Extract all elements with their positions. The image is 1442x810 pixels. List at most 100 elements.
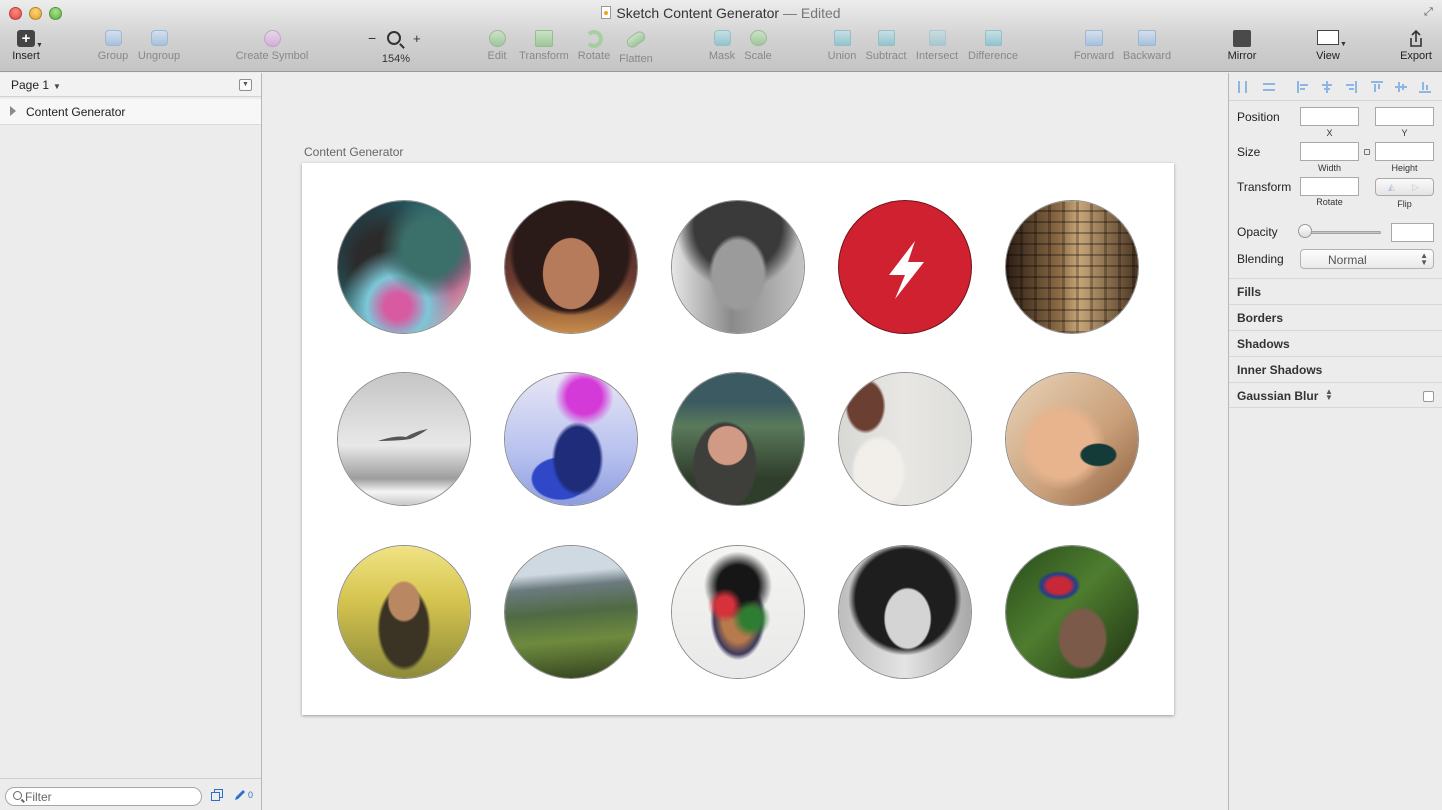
avatar-15[interactable] [1005,545,1139,679]
avatar-12[interactable] [504,545,638,679]
page-bar: Page 1 ▼ ▼ [0,73,261,97]
avatar-9[interactable] [838,372,972,506]
avatar-image [672,373,804,505]
borders-section[interactable]: Borders [1229,304,1442,330]
flip-vertical-icon[interactable]: ▷ [1412,183,1424,192]
copy-layers-icon[interactable] [211,789,223,801]
search-icon [13,791,22,800]
opacity-slider-track[interactable] [1305,231,1381,234]
width-field[interactable] [1300,142,1359,161]
blending-label: Blending [1237,252,1284,266]
edit-button[interactable]: Edit [482,30,512,68]
lock-icon[interactable] [1364,149,1370,155]
align-center-icon[interactable] [1321,81,1333,93]
y-field[interactable] [1375,107,1434,126]
rotate-field[interactable] [1300,177,1359,196]
align-bottom-icon[interactable] [1419,81,1431,93]
ungroup-button[interactable]: Ungroup [136,30,182,68]
avatar-4[interactable] [838,200,972,334]
avatar-3[interactable] [671,200,805,334]
avatar-1[interactable] [337,200,471,334]
group-icon [104,30,122,46]
blending-select[interactable]: Normal ▲ ▼ [1300,249,1434,269]
transform-button[interactable]: Transform [517,30,571,68]
inspector-panel: Position X Y Size Width Height Transform… [1228,73,1442,810]
avatar-7[interactable] [504,372,638,506]
align-right-icon[interactable] [1345,81,1357,93]
blur-type-arrows-icon[interactable]: ▲ ▼ [1325,388,1333,402]
create-symbol-button[interactable]: Create Symbol [234,30,310,68]
export-button[interactable]: Export [1396,29,1436,68]
avatar-13[interactable] [671,545,805,679]
insert-dropdown-icon: ▼ [36,42,43,49]
edited-status: — Edited [782,5,841,21]
flip-horizontal-icon[interactable]: ◭ [1388,183,1400,192]
window-title-text: Sketch Content Generator [616,5,780,21]
distribute-horizontal-icon[interactable] [1237,81,1249,93]
layer-row[interactable]: Content Generator [0,99,261,125]
view-dropdown-icon: ▼ [1340,41,1347,48]
gaussian-blur-section[interactable]: Gaussian Blur ▲ ▼ [1229,382,1442,408]
avatar-2[interactable] [504,200,638,334]
filter-field[interactable] [5,787,202,806]
opacity-slider-knob[interactable] [1298,224,1312,238]
y-label: Y [1401,128,1408,138]
insert-icon: + [17,30,35,47]
artboard[interactable] [302,163,1174,715]
rotate-button[interactable]: Rotate [577,30,611,68]
page-label: Page 1 [11,78,50,92]
view-button[interactable]: ▼ View [1310,30,1347,68]
disclosure-triangle-icon[interactable] [10,106,16,116]
height-field[interactable] [1375,142,1434,161]
avatar-11[interactable] [337,545,471,679]
x-label: X [1326,128,1333,138]
difference-button[interactable]: Difference [966,30,1020,68]
flatten-button[interactable]: Flatten [617,29,655,68]
avatar-5[interactable] [1005,200,1139,334]
intersect-button[interactable]: Intersect [914,30,960,68]
app-window: Sketch Content Generator — Edited ⤢ + In… [0,0,1442,810]
mirror-button[interactable]: Mirror [1224,30,1260,68]
avatar-10[interactable] [1005,372,1139,506]
align-middle-icon[interactable] [1395,81,1407,93]
inner-shadows-section[interactable]: Inner Shadows [1229,356,1442,382]
fills-section[interactable]: Fills [1229,278,1442,304]
align-left-icon[interactable] [1297,81,1309,93]
zoom-level[interactable]: 154% [366,53,426,65]
distribute-vertical-icon[interactable] [1263,81,1275,93]
filter-input[interactable] [25,790,195,804]
zoom-in-button[interactable]: + [413,31,421,46]
forward-icon [1085,30,1103,46]
blending-value: Normal [1328,253,1367,267]
mask-button[interactable]: Mask [707,30,737,68]
subtract-icon [877,30,895,46]
avatar-14[interactable] [838,545,972,679]
fullscreen-icon[interactable]: ⤢ [1424,6,1436,18]
backward-button[interactable]: Backward [1122,30,1172,68]
select-arrows-icon: ▲ ▼ [1420,251,1428,267]
align-top-icon[interactable] [1371,81,1383,93]
page-selector[interactable]: Page 1 ▼ [11,78,61,92]
opacity-field[interactable] [1391,223,1434,242]
collapse-pages-icon[interactable]: ▼ [239,79,252,91]
insert-button[interactable]: + Insert ▼ [8,30,44,68]
group-button[interactable]: Group [95,30,131,68]
blur-enable-checkbox[interactable] [1423,391,1434,402]
union-button[interactable]: Union [825,30,859,68]
scale-button[interactable]: Scale [742,30,774,68]
artboard-title[interactable]: Content Generator [304,145,403,159]
forward-button[interactable]: Forward [1072,30,1116,68]
zoom-out-button[interactable]: − [368,30,376,46]
canvas[interactable]: Content Generator [263,73,1228,810]
lightning-icon [889,241,924,299]
backward-icon [1138,30,1156,46]
pencil-icon[interactable] [234,789,246,801]
avatar-6[interactable] [337,372,471,506]
subtract-button[interactable]: Subtract [864,30,908,68]
shadows-section[interactable]: Shadows [1229,330,1442,356]
magnifier-handle [399,43,405,49]
layers-footer: 0 [0,778,261,810]
x-field[interactable] [1300,107,1359,126]
mask-icon [713,30,731,46]
avatar-8[interactable] [671,372,805,506]
